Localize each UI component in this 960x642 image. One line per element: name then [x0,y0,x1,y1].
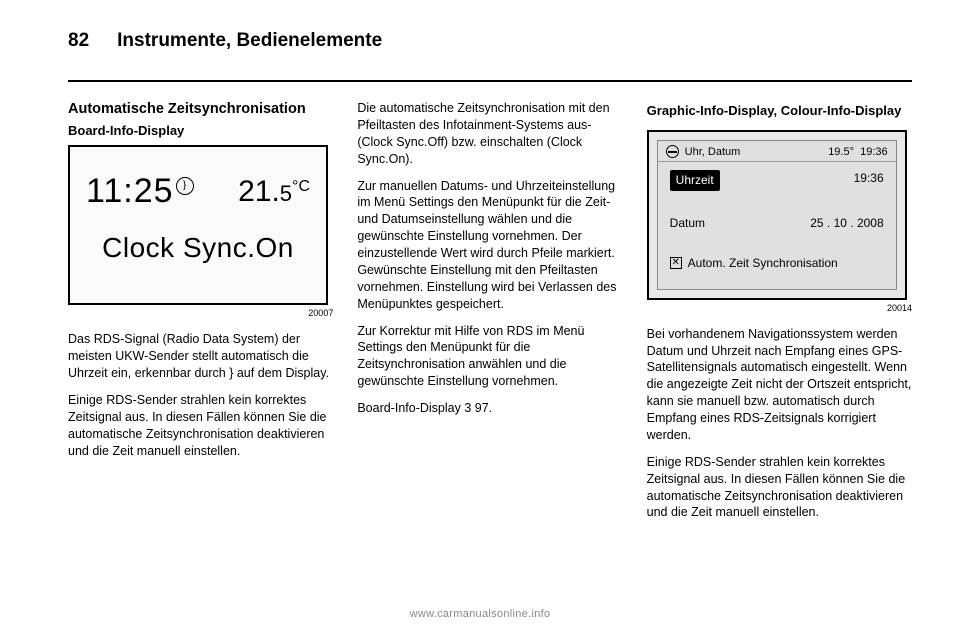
column-3: Graphic-Info-Display, Colour-Info-Displa… [647,100,912,531]
col2-paragraph-2: Zur manuellen Datums- und Uhrzeiteinstel… [357,178,622,313]
figure1-temp-whole: 21. [238,175,280,208]
screen-title-text: Uhr, Datum [685,145,741,160]
screen: Uhr, Datum 19.5° 19:36 Uhrzeit 19:36 Dat… [657,140,897,290]
col2-paragraph-4: Board-Info-Display 3 97. [357,400,622,417]
column-1: Automatische Zeitsynchronisation Board-I… [68,100,333,531]
screen-row-uhrzeit: Uhrzeit 19:36 [658,162,896,198]
figure1-time-value: 11:25 [86,172,174,210]
column-2: Die automatische Zeitsynchronisation mit… [357,100,622,531]
figure1-temp-frac: 5 [280,181,292,206]
footer-url: www.carmanualsonline.info [0,608,960,620]
columns: Automatische Zeitsynchronisation Board-I… [68,100,912,531]
figure1-time: 11:25} [86,169,194,215]
uhrzeit-value: 19:36 [854,170,884,190]
screen-time: 19:36 [860,146,888,158]
chapter-title: Instrumente, Bedienelemente [117,30,382,52]
rds-icon: } [176,177,194,195]
col1-paragraph-1: Das RDS-Signal (Radio Data System) der m… [68,331,333,382]
col2-paragraph-3: Zur Korrektur mit Hilfe von RDS im Menü … [357,323,622,391]
screen-title-left: Uhr, Datum [666,145,741,160]
page-number: 82 [68,30,89,52]
col2-p4-post: . [489,401,492,415]
heading-graphic-info-display: Graphic-Info-Display, Colour-Info-Displa… [647,102,912,120]
screen-row-datum: Datum 25 . 10 . 2008 [658,199,896,239]
col3-paragraph-1: Bei vorhandenem Navigationssystem werden… [647,326,912,444]
figure-graphic-info-display: Uhr, Datum 19.5° 19:36 Uhrzeit 19:36 Dat… [647,130,907,300]
figure2-number: 20014 [647,302,912,314]
heading-board-info-display: Board-Info-Display [68,122,333,140]
page: 82 Instrumente, Bedienelemente Automatis… [0,0,960,642]
screen-titlebar: Uhr, Datum 19.5° 19:36 [658,141,896,163]
figure-board-info-display: 11:25} 21.5°C Clock Sync.On [68,145,328,305]
uhrzeit-label-highlight: Uhrzeit [670,170,720,190]
autosync-label: Autom. Zeit Synchronisation [688,255,838,271]
figure1-temp-unit: °C [292,178,310,195]
heading-auto-sync: Automatische Zeitsynchronisation [68,100,333,120]
col2-paragraph-1: Die automatische Zeitsynchronisation mit… [357,100,622,168]
header-divider [68,80,912,82]
reference-number: 3 97 [464,401,488,415]
col3-paragraph-2: Einige RDS-Sender strahlen kein korrekte… [647,454,912,522]
figure1-center-text: Clock Sync.On [70,229,326,267]
col1-paragraph-2: Einige RDS-Sender strahlen kein korrekte… [68,392,333,460]
datum-value: 25 . 10 . 2008 [810,215,883,231]
figure1-top-row: 11:25} 21.5°C [70,147,326,215]
steering-wheel-icon [666,145,679,158]
figure1-temp: 21.5°C [238,172,310,213]
checkbox-checked-icon: ✕ [670,257,682,269]
page-reference: 3 97 [464,400,488,417]
screen-row-autosync: ✕ Autom. Zeit Synchronisation [658,239,896,279]
page-header: 82 Instrumente, Bedienelemente [68,30,912,52]
col2-p4-pre: Board-Info-Display [357,401,464,415]
datum-label: Datum [670,215,705,231]
autosync-checkbox-row: ✕ Autom. Zeit Synchronisation [670,255,838,271]
figure1-number: 20007 [68,307,333,319]
screen-temp: 19.5° [828,146,854,158]
screen-title-right: 19.5° 19:36 [828,145,887,160]
